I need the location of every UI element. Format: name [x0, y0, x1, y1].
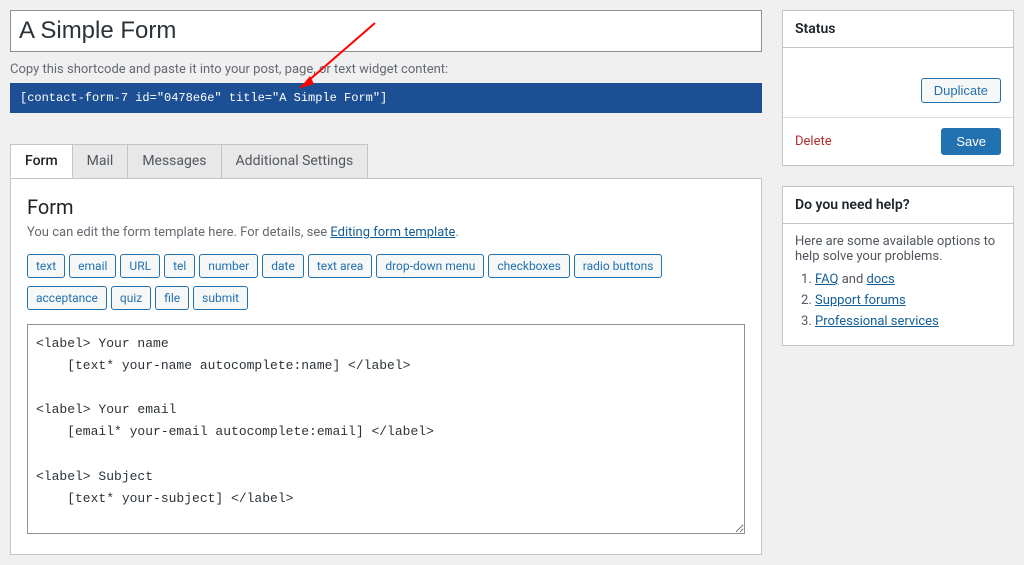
- tag-btn-radio-buttons[interactable]: radio buttons: [574, 254, 663, 278]
- help-link[interactable]: Professional services: [815, 314, 939, 329]
- delete-link[interactable]: Delete: [795, 134, 832, 149]
- help-item: Support forums: [815, 293, 1001, 308]
- status-box-title: Status: [783, 11, 1013, 48]
- help-box-title: Do you need help?: [783, 187, 1013, 224]
- help-link[interactable]: FAQ: [815, 272, 838, 287]
- tag-btn-tel[interactable]: tel: [164, 254, 195, 278]
- tag-btn-url[interactable]: URL: [120, 254, 160, 278]
- tag-btn-date[interactable]: date: [262, 254, 304, 278]
- shortcode-display[interactable]: [contact-form-7 id="0478e6e" title="A Si…: [10, 83, 762, 113]
- tag-btn-drop-down-menu[interactable]: drop-down menu: [376, 254, 484, 278]
- help-box: Do you need help? Here are some availabl…: [782, 186, 1014, 346]
- duplicate-button[interactable]: Duplicate: [921, 78, 1001, 103]
- tag-btn-text[interactable]: text: [27, 254, 65, 278]
- help-link[interactable]: Support forums: [815, 293, 906, 308]
- tag-btn-checkboxes[interactable]: checkboxes: [488, 254, 569, 278]
- panel-subhint: You can edit the form template here. For…: [27, 225, 745, 240]
- status-box: Status Duplicate Delete Save: [782, 10, 1014, 166]
- help-intro: Here are some available options to help …: [795, 234, 1001, 264]
- help-item: Professional services: [815, 314, 1001, 329]
- tag-btn-number[interactable]: number: [199, 254, 258, 278]
- save-button[interactable]: Save: [941, 128, 1001, 155]
- form-template-textarea[interactable]: [27, 324, 745, 534]
- tab-messages[interactable]: Messages: [128, 144, 221, 178]
- help-link[interactable]: docs: [867, 272, 895, 287]
- tab-mail[interactable]: Mail: [73, 144, 129, 178]
- help-item: FAQ and docs: [815, 272, 1001, 287]
- tag-btn-text-area[interactable]: text area: [308, 254, 373, 278]
- editing-template-link[interactable]: Editing form template: [330, 225, 455, 240]
- tag-btn-email[interactable]: email: [69, 254, 116, 278]
- tag-btn-quiz[interactable]: quiz: [111, 286, 151, 310]
- panel-heading: Form: [27, 195, 745, 219]
- tab-additional-settings[interactable]: Additional Settings: [222, 144, 369, 178]
- tag-btn-acceptance[interactable]: acceptance: [27, 286, 107, 310]
- tag-btn-file[interactable]: file: [155, 286, 189, 310]
- tag-btn-submit[interactable]: submit: [193, 286, 248, 310]
- shortcode-hint: Copy this shortcode and paste it into yo…: [10, 62, 762, 77]
- tab-form[interactable]: Form: [10, 144, 73, 178]
- form-title-input[interactable]: [10, 10, 762, 52]
